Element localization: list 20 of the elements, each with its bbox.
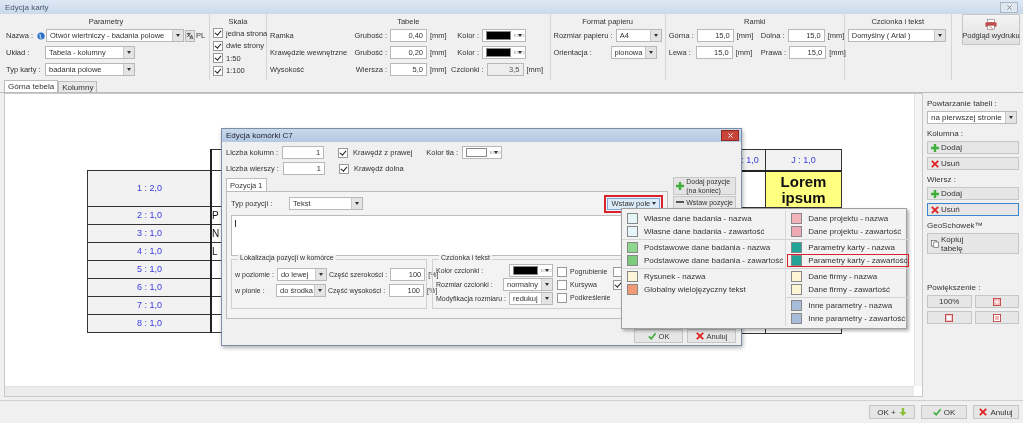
- table-cell: 8 : 1,0: [88, 314, 211, 332]
- highlighted-cell: Lorem ipsum: [766, 172, 841, 207]
- section-label: GeoSchowek™: [927, 221, 984, 230]
- table-cell: L: [212, 246, 218, 257]
- table-cell: N: [212, 228, 220, 239]
- section-label: Powiększenie :: [927, 283, 982, 292]
- dialog-title: Edycja komórki C7: [226, 131, 293, 140]
- table-cell: 3 : 1,0: [88, 224, 211, 242]
- section-label: Kolumna :: [927, 129, 965, 138]
- table-cell: 2 : 1,0: [88, 206, 211, 224]
- section-label: Wiersz :: [927, 175, 957, 184]
- table-cell: 6 : 1,0: [88, 278, 211, 296]
- field-label: Powtarzanie tabeli :: [927, 99, 998, 108]
- table-cell: 5 : 1,0: [88, 260, 211, 278]
- table-cell: 4 : 1,0: [88, 242, 211, 260]
- window-title: Edycja karty: [5, 2, 49, 12]
- table-cell: 7 : 1,0: [88, 296, 211, 314]
- table-cell: P: [212, 210, 219, 221]
- column-header: J : 1,0: [766, 150, 841, 170]
- table-cell: 1 : 2,0: [88, 171, 211, 206]
